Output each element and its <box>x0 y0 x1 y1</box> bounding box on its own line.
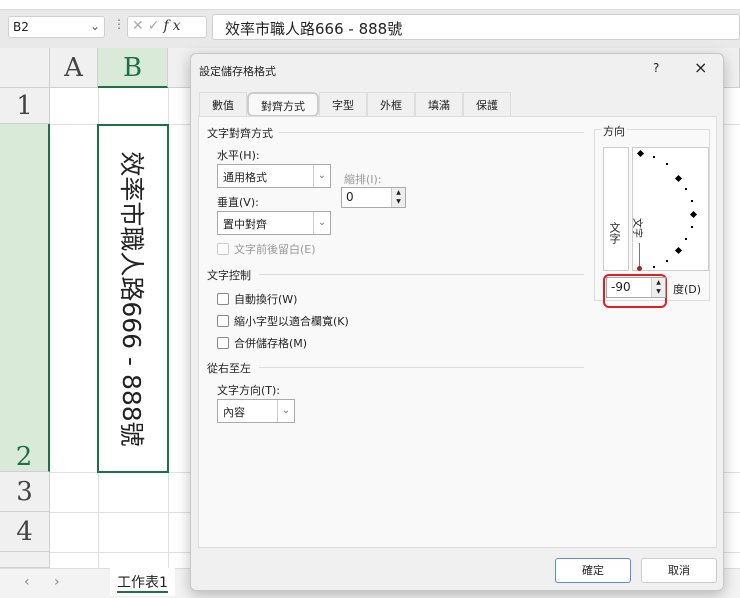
merge-cells-checkbox[interactable]: 合併儲存格(M) <box>217 335 307 351</box>
column-header-b[interactable]: B <box>98 48 168 88</box>
dial-mark <box>653 266 655 268</box>
dial-mark <box>636 149 645 158</box>
shrink-to-fit-checkbox[interactable]: 縮小字型以適合欄寬(K) <box>217 313 349 329</box>
checkbox-icon <box>217 337 229 349</box>
more-icon[interactable]: ⋮ <box>113 17 125 31</box>
divider <box>259 367 584 368</box>
help-button[interactable]: ? <box>653 61 659 75</box>
text-direction-label: 文字方向(T): <box>217 384 281 397</box>
column-header-a[interactable]: A <box>50 48 98 88</box>
rtl-heading: 從右至左 <box>207 362 251 375</box>
orientation-heading: 方向 <box>601 123 627 139</box>
checkbox-icon <box>217 243 229 255</box>
formula-input[interactable]: 效率市職人路666 - 888號 <box>212 14 740 40</box>
fx-icon[interactable]: fx <box>163 18 184 34</box>
indent-label: 縮排(I): <box>344 173 382 186</box>
row-header-4[interactable]: 4 <box>0 512 50 552</box>
dial-mark <box>674 174 683 183</box>
dial-mark <box>666 163 668 165</box>
row-header-1[interactable]: 1 <box>0 88 50 124</box>
close-button[interactable]: × <box>694 58 707 77</box>
cell-b2[interactable]: 效率市職人路666 - 888號 <box>97 124 169 473</box>
alignment-panel: 文字對齊方式 水平(H): 通用格式 ⌄ 縮排(I): 0 ▲ ▼ 垂直(V): 置中… <box>198 116 717 548</box>
chevron-right-icon[interactable]: › <box>54 574 60 590</box>
horizontal-select[interactable]: 通用格式 ⌄ <box>217 164 331 188</box>
dialog-tabs: 數值 對齊方式 字型 外框 填滿 保護 <box>199 92 511 117</box>
ok-button[interactable]: 確定 <box>555 558 631 583</box>
dial-mark <box>689 210 698 219</box>
chevron-down-icon: ⌄ <box>277 400 294 422</box>
tab-border[interactable]: 外框 <box>367 92 415 117</box>
select-all-corner[interactable] <box>0 48 50 88</box>
checkbox-icon <box>217 293 229 305</box>
orientation-dial[interactable]: 文字 <box>631 147 709 271</box>
dialog-title: 設定儲存格格式 <box>199 65 276 78</box>
degrees-spinner[interactable]: -90 ▲ ▼ <box>606 277 666 298</box>
name-box[interactable]: B2 ⌄ <box>8 16 105 38</box>
row-header-5[interactable] <box>0 552 50 568</box>
dial-mark <box>685 188 687 190</box>
chevron-left-icon[interactable]: ‹ <box>24 574 30 590</box>
horizontal-label: 水平(H): <box>217 149 260 162</box>
dial-mark <box>653 156 655 158</box>
divider <box>259 274 584 275</box>
vertical-label: 垂直(V): <box>217 196 259 209</box>
ribbon-strip <box>0 0 740 10</box>
check-icon[interactable]: ✓ <box>148 18 164 34</box>
tab-protection[interactable]: 保護 <box>463 92 511 117</box>
justify-distributed-checkbox[interactable]: 文字前後留白(E) <box>217 241 316 257</box>
dial-handle[interactable] <box>637 266 642 271</box>
vertical-select[interactable]: 置中對齊 ⌄ <box>217 211 331 235</box>
chevron-down-icon: ⌄ <box>313 212 330 234</box>
tab-font[interactable]: 字型 <box>319 92 367 117</box>
dial-needle <box>639 243 640 267</box>
dial-mark <box>674 246 683 255</box>
chevron-down-icon: ⌄ <box>313 165 330 187</box>
tab-alignment[interactable]: 對齊方式 <box>247 92 319 117</box>
cancel-icon[interactable]: ✕ <box>132 18 148 34</box>
wrap-text-checkbox[interactable]: 自動換行(W) <box>217 291 297 307</box>
dial-text: 文字 <box>631 218 642 238</box>
spinner-arrows-icon[interactable]: ▲ ▼ <box>651 278 665 297</box>
dial-mark <box>685 238 687 240</box>
dial-mark <box>691 200 693 202</box>
checkbox-icon <box>217 315 229 327</box>
text-direction-select[interactable]: 內容 ⌄ <box>217 399 295 423</box>
chevron-down-icon[interactable]: ⌄ <box>90 19 100 33</box>
format-cells-dialog: 設定儲存格格式 ? × 數值 對齊方式 字型 外框 填滿 保護 文字對齊方式 水… <box>190 53 724 591</box>
row-header-2[interactable]: 2 <box>0 124 50 472</box>
indent-spinner[interactable]: 0 ▲ ▼ <box>341 187 406 208</box>
row-header-3[interactable]: 3 <box>0 472 50 512</box>
vertical-text-button[interactable]: 文字 <box>603 147 629 271</box>
spinner-arrows-icon[interactable]: ▲ ▼ <box>391 188 405 207</box>
divider <box>279 132 584 133</box>
sheet-tab[interactable]: 工作表1 <box>110 568 175 596</box>
text-alignment-heading: 文字對齊方式 <box>207 127 273 140</box>
degrees-label: 度(D) <box>673 283 702 296</box>
cancel-button[interactable]: 取消 <box>641 558 717 583</box>
dial-mark <box>666 260 668 262</box>
tab-fill[interactable]: 填滿 <box>415 92 463 117</box>
tab-number[interactable]: 數值 <box>199 92 247 117</box>
dial-mark <box>691 226 693 228</box>
formula-buttons: ✕✓fx <box>127 16 207 38</box>
text-control-heading: 文字控制 <box>207 269 251 282</box>
